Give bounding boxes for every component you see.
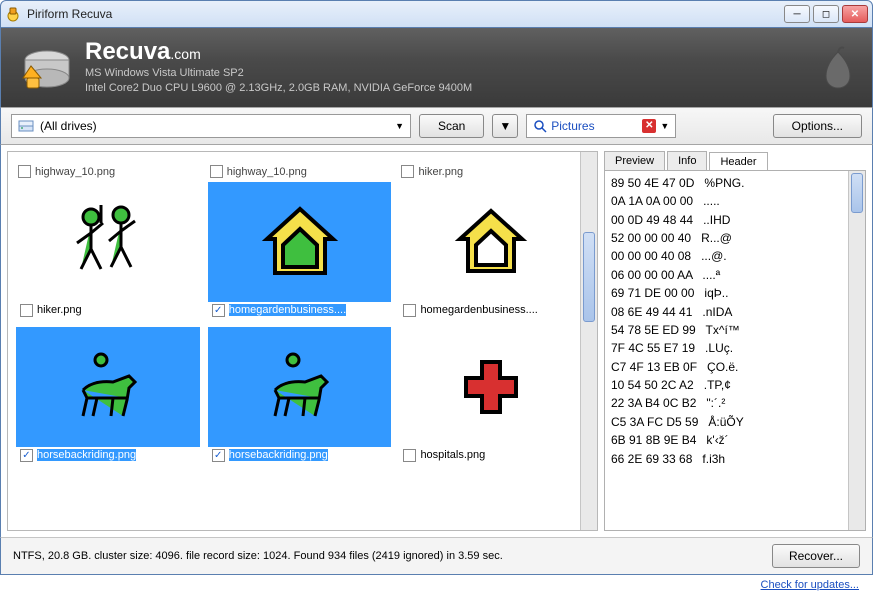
thumbnail: [16, 327, 200, 447]
clear-filter-icon[interactable]: ✕: [642, 119, 656, 133]
recover-button[interactable]: Recover...: [772, 544, 860, 568]
window-titlebar: Piriform Recuva ─ ◻ ✕: [0, 0, 873, 28]
checkbox[interactable]: [20, 304, 33, 317]
drive-label: (All drives): [40, 119, 97, 133]
files-pane: highway_10.png highway_10.png hiker.png …: [7, 151, 598, 531]
scan-dropdown-button[interactable]: ▼: [492, 114, 518, 138]
file-cell[interactable]: ✓ horsebackriding.png: [12, 323, 204, 468]
status-bar: NTFS, 20.8 GB. cluster size: 4096. file …: [0, 537, 873, 575]
hdd-icon: [17, 42, 73, 92]
toolbar: (All drives) ▼ Scan ▼ Pictures ✕ ▼ Optio…: [0, 107, 873, 145]
brand-name: Recuva: [85, 38, 170, 65]
file-cell[interactable]: homegardenbusiness....: [395, 178, 587, 323]
hw-line: Intel Core2 Duo CPU L9600 @ 2.13GHz, 2.0…: [85, 81, 472, 96]
filter-label: Pictures: [551, 119, 594, 133]
tab-preview[interactable]: Preview: [604, 151, 665, 170]
thumbnail: [399, 182, 583, 302]
status-text: NTFS, 20.8 GB. cluster size: 4096. file …: [13, 550, 503, 562]
maximize-button[interactable]: ◻: [813, 5, 839, 23]
file-cell[interactable]: hospitals.png: [395, 323, 587, 468]
checkbox[interactable]: [403, 304, 416, 317]
details-pane: Preview Info Header 89 50 4E 47 0D %PNG.…: [604, 151, 866, 531]
clipped-row: highway_10.png highway_10.png hiker.png: [12, 156, 593, 178]
brand-block: Recuva.com MS Windows Vista Ultimate SP2…: [17, 38, 472, 97]
file-name: hiker.png: [37, 304, 82, 316]
app-icon: [5, 6, 21, 22]
file-name: horsebackriding.png: [37, 449, 136, 461]
file-cell[interactable]: hiker.png: [12, 178, 204, 323]
minimize-button[interactable]: ─: [784, 5, 810, 23]
search-icon: [533, 119, 547, 133]
checkbox[interactable]: [401, 165, 414, 178]
file-cell[interactable]: ✓ horsebackriding.png: [204, 323, 396, 468]
thumbnail: [208, 182, 392, 302]
drive-selector[interactable]: (All drives) ▼: [11, 114, 411, 138]
scrollbar-thumb[interactable]: [583, 232, 595, 322]
piriform-pear-icon: [820, 44, 856, 90]
brand-title: Recuva.com: [85, 38, 472, 66]
file-name: horsebackriding.png: [229, 449, 328, 461]
thumbnail: [399, 327, 583, 447]
file-name: highway_10.png: [35, 166, 115, 178]
file-name: hospitals.png: [420, 449, 485, 461]
options-button[interactable]: Options...: [773, 114, 862, 138]
window-title: Piriform Recuva: [27, 7, 781, 21]
scrollbar-thumb[interactable]: [851, 173, 863, 213]
app-header: Recuva.com MS Windows Vista Ultimate SP2…: [0, 28, 873, 107]
thumbnail: [16, 182, 200, 302]
filter-combo[interactable]: Pictures ✕ ▼: [526, 114, 676, 138]
tab-info[interactable]: Info: [667, 151, 707, 170]
checkbox[interactable]: [403, 449, 416, 462]
hex-content: 89 50 4E 47 0D %PNG. 0A 1A 0A 00 00 ....…: [611, 176, 744, 466]
details-tabs: Preview Info Header: [604, 151, 866, 170]
main-area: highway_10.png highway_10.png hiker.png …: [0, 145, 873, 537]
thumbnail-grid: highway_10.png highway_10.png hiker.png …: [8, 152, 597, 472]
checkbox[interactable]: ✓: [20, 449, 33, 462]
check-updates-link[interactable]: Check for updates...: [761, 579, 859, 591]
file-name: highway_10.png: [227, 166, 307, 178]
close-button[interactable]: ✕: [842, 5, 868, 23]
hex-viewer[interactable]: 89 50 4E 47 0D %PNG. 0A 1A 0A 00 00 ....…: [604, 170, 866, 531]
os-line: MS Windows Vista Ultimate SP2: [85, 66, 472, 81]
checkbox[interactable]: ✓: [212, 449, 225, 462]
file-name: homegardenbusiness....: [229, 304, 346, 316]
chevron-down-icon: ▼: [395, 121, 404, 131]
checkbox[interactable]: [18, 165, 31, 178]
file-name: homegardenbusiness....: [420, 304, 537, 316]
files-scrollbar[interactable]: [580, 152, 597, 530]
hex-scrollbar[interactable]: [848, 171, 865, 530]
scan-button[interactable]: Scan: [419, 114, 484, 138]
checkbox[interactable]: ✓: [212, 304, 225, 317]
tab-header[interactable]: Header: [709, 152, 767, 171]
drive-icon: [18, 119, 34, 133]
brand-suffix: .com: [170, 46, 200, 62]
checkbox[interactable]: [210, 165, 223, 178]
footer: Check for updates...: [0, 575, 873, 591]
file-cell[interactable]: ✓ homegardenbusiness....: [204, 178, 396, 323]
thumbnail: [208, 327, 392, 447]
file-name: hiker.png: [418, 166, 463, 178]
chevron-down-icon: ▼: [660, 121, 669, 131]
